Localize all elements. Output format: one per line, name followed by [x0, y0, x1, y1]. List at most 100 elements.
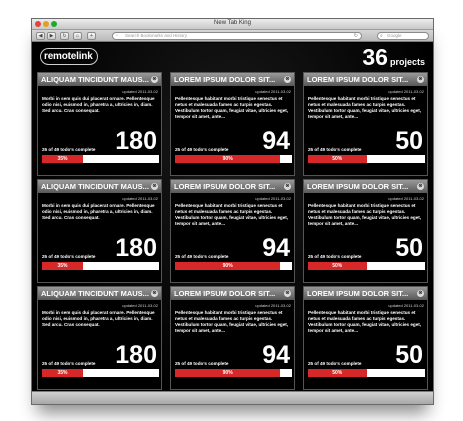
card-close-icon[interactable]: ⊗	[417, 183, 424, 190]
card-title: LOREM IPSUM DOLOR SIT...	[307, 182, 409, 191]
card-title: ALIQUAM TINCIDUNT MAUS...	[41, 182, 149, 191]
address-placeholder: Search Bookmarks and History	[125, 33, 188, 38]
card-updated-date: updated 2011-03-02	[255, 89, 291, 94]
card-header: LOREM IPSUM DOLOR SIT... ⊗	[171, 73, 294, 86]
card-title: ALIQUAM TINCIDUNT MAUS...	[41, 75, 149, 84]
card-description: Pellentesque habitant morbi tristique se…	[175, 310, 289, 333]
projects-label: projects	[389, 57, 425, 67]
card-big-number: 50	[395, 127, 423, 155]
card-todo-count: 25 of 49 todo's complete	[42, 361, 96, 366]
card-todo-count: 25 of 49 todo's complete	[308, 147, 362, 152]
card-close-icon[interactable]: ⊗	[151, 183, 158, 190]
back-button[interactable]: ◀	[36, 32, 45, 40]
progress-bar: 90%	[175, 369, 292, 377]
add-bookmark-button[interactable]: +	[87, 32, 96, 40]
card-big-number: 50	[395, 234, 423, 262]
card-title: ALIQUAM TINCIDUNT MAUS...	[41, 289, 149, 298]
card-updated-date: updated 2011-03-02	[388, 303, 424, 308]
status-bar	[32, 391, 433, 404]
card-big-number: 180	[115, 341, 157, 369]
home-button[interactable]: ⌂	[73, 32, 82, 40]
card-description: Pellentesque habitant morbi tristique se…	[308, 96, 422, 119]
progress-fill: 50%	[308, 262, 367, 270]
progress-bar: 35%	[42, 155, 159, 163]
card-close-icon[interactable]: ⊗	[417, 290, 424, 297]
card-header: LOREM IPSUM DOLOR SIT... ⊗	[171, 180, 294, 193]
card-description: Morbi in sem quis dui placerat ornare. P…	[42, 203, 155, 220]
card-header: LOREM IPSUM DOLOR SIT... ⊗	[304, 180, 427, 193]
project-card[interactable]: LOREM IPSUM DOLOR SIT... ⊗ updated 2011-…	[170, 72, 295, 176]
card-updated-date: updated 2011-03-02	[388, 196, 424, 201]
card-close-icon[interactable]: ⊗	[284, 183, 291, 190]
search-field[interactable]: ⌕ Google	[377, 32, 429, 40]
projects-counter: 36 projects	[362, 46, 425, 69]
card-big-number: 180	[115, 127, 157, 155]
logo-text: remotelink	[44, 51, 93, 62]
card-title: LOREM IPSUM DOLOR SIT...	[174, 289, 276, 298]
progress-fill: 50%	[308, 369, 367, 377]
browser-window: New Tab King ◀ ▶ ↻ ⌂ + ▫ Search Bookmark…	[31, 18, 434, 405]
browser-toolbar: ◀ ▶ ↻ ⌂ + ▫ Search Bookmarks and History…	[32, 30, 433, 42]
card-description: Morbi in sem quis dui placerat ornare. P…	[42, 96, 155, 113]
projects-count: 36	[362, 44, 388, 70]
card-updated-date: updated 2011-03-02	[122, 196, 158, 201]
card-description: Pellentesque habitant morbi tristique se…	[308, 310, 422, 333]
progress-bar: 90%	[175, 155, 292, 163]
card-header: ALIQUAM TINCIDUNT MAUS... ⊗	[38, 180, 161, 193]
card-title: LOREM IPSUM DOLOR SIT...	[307, 75, 409, 84]
address-bar[interactable]: ▫ Search Bookmarks and History ↻	[112, 32, 362, 40]
card-title: LOREM IPSUM DOLOR SIT...	[307, 289, 409, 298]
card-big-number: 50	[395, 341, 423, 369]
forward-arrow-icon: ▶	[49, 33, 54, 39]
reload-small-icon[interactable]: ↻	[354, 33, 358, 39]
project-card[interactable]: LOREM IPSUM DOLOR SIT... ⊗ updated 2011-…	[303, 72, 428, 176]
card-close-icon[interactable]: ⊗	[284, 76, 291, 83]
project-card[interactable]: ALIQUAM TINCIDUNT MAUS... ⊗ updated 2011…	[37, 286, 162, 390]
reload-icon: ↻	[62, 33, 67, 39]
card-todo-count: 25 of 49 todo's complete	[308, 254, 362, 259]
card-todo-count: 25 of 49 todo's complete	[175, 254, 229, 259]
card-header: LOREM IPSUM DOLOR SIT... ⊗	[304, 287, 427, 300]
card-updated-date: updated 2011-03-02	[388, 89, 424, 94]
card-close-icon[interactable]: ⊗	[284, 290, 291, 297]
project-grid: ALIQUAM TINCIDUNT MAUS... ⊗ updated 2011…	[37, 72, 428, 390]
page-icon: ▫	[116, 33, 118, 39]
project-card[interactable]: ALIQUAM TINCIDUNT MAUS... ⊗ updated 2011…	[37, 179, 162, 283]
card-close-icon[interactable]: ⊗	[151, 76, 158, 83]
card-updated-date: updated 2011-03-02	[255, 196, 291, 201]
progress-fill: 50%	[308, 155, 367, 163]
card-close-icon[interactable]: ⊗	[417, 76, 424, 83]
progress-fill: 90%	[175, 155, 281, 163]
project-card[interactable]: LOREM IPSUM DOLOR SIT... ⊗ updated 2011-…	[170, 179, 295, 283]
project-card[interactable]: LOREM IPSUM DOLOR SIT... ⊗ updated 2011-…	[303, 179, 428, 283]
home-icon: ⌂	[75, 33, 80, 39]
title-bar: New Tab King	[32, 19, 433, 30]
plus-icon: +	[90, 33, 93, 39]
card-todo-count: 25 of 49 todo's complete	[175, 147, 229, 152]
card-description: Pellentesque habitant morbi tristique se…	[308, 203, 422, 226]
card-title: LOREM IPSUM DOLOR SIT...	[174, 182, 276, 191]
card-close-icon[interactable]: ⊗	[151, 290, 158, 297]
card-big-number: 94	[262, 127, 290, 155]
project-card[interactable]: ALIQUAM TINCIDUNT MAUS... ⊗ updated 2011…	[37, 72, 162, 176]
progress-bar: 50%	[308, 155, 425, 163]
card-description: Morbi in sem quis dui placerat ornare. P…	[42, 310, 155, 327]
project-card[interactable]: LOREM IPSUM DOLOR SIT... ⊗ updated 2011-…	[303, 286, 428, 390]
dashboard: remotelink 36 projects ALIQUAM TINCIDUNT…	[32, 43, 433, 393]
progress-bar: 90%	[175, 262, 292, 270]
card-header: ALIQUAM TINCIDUNT MAUS... ⊗	[38, 287, 161, 300]
card-todo-count: 25 of 49 todo's complete	[42, 254, 96, 259]
card-header: LOREM IPSUM DOLOR SIT... ⊗	[304, 73, 427, 86]
progress-bar: 50%	[308, 369, 425, 377]
card-todo-count: 25 of 49 todo's complete	[175, 361, 229, 366]
progress-bar: 35%	[42, 369, 159, 377]
remotelink-logo: remotelink	[40, 48, 98, 65]
search-icon: ⌕	[380, 33, 383, 39]
forward-button[interactable]: ▶	[47, 32, 56, 40]
card-todo-count: 25 of 49 todo's complete	[42, 147, 96, 152]
card-header: LOREM IPSUM DOLOR SIT... ⊗	[171, 287, 294, 300]
search-placeholder: Google	[387, 33, 402, 38]
progress-bar: 35%	[42, 262, 159, 270]
project-card[interactable]: LOREM IPSUM DOLOR SIT... ⊗ updated 2011-…	[170, 286, 295, 390]
reload-button[interactable]: ↻	[60, 32, 69, 40]
